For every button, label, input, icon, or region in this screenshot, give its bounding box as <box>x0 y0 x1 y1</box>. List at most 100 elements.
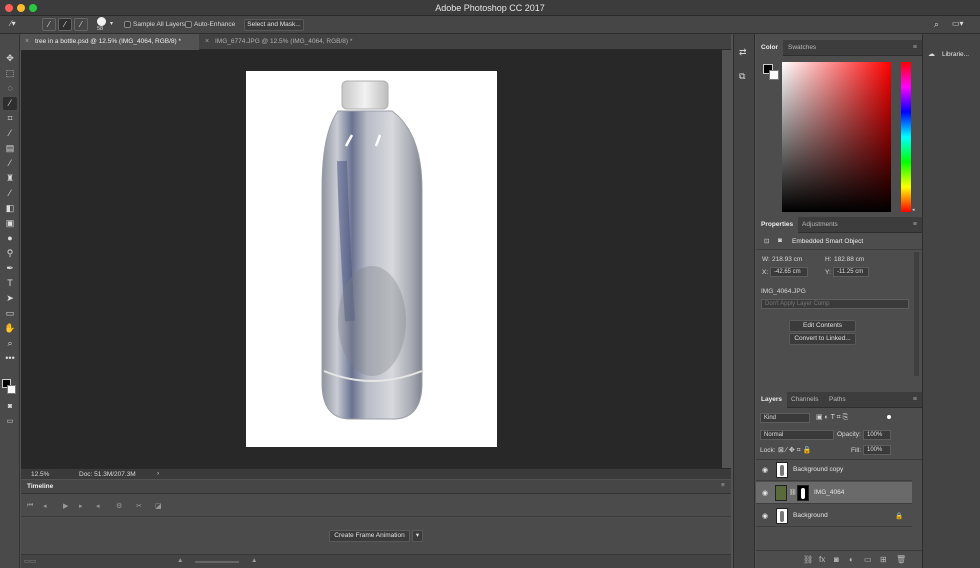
first-frame-icon[interactable]: ⏮ <box>27 502 33 510</box>
hue-slider-handle-icon[interactable]: ◂ <box>912 207 915 213</box>
adjustment-layer-icon[interactable]: ◐ <box>849 555 854 564</box>
tab-img-6774[interactable]: × IMG_6774.JPG @ 12.5% (IMG_4064, RGB/8)… <box>201 34 381 50</box>
color-panel-menu-icon[interactable]: ≡ <box>913 44 917 51</box>
audio-icon[interactable]: ◂ <box>96 502 100 510</box>
filter-icons[interactable]: ▣ ◐ T ⌗ ⎘ <box>816 413 848 422</box>
add-mask-icon[interactable]: ◙ <box>834 555 839 564</box>
path-selection-tool-icon[interactable]: ➤ <box>3 292 17 305</box>
tab-adjustments[interactable]: Adjustments <box>797 217 843 233</box>
new-selection-icon[interactable]: ⁄ <box>42 18 56 31</box>
new-layer-icon[interactable]: ⊞ <box>880 555 887 564</box>
eraser-tool-icon[interactable]: ◧ <box>3 202 17 215</box>
zoom-level[interactable]: 12.5% <box>31 471 49 478</box>
properties-scrollbar[interactable] <box>914 252 919 376</box>
layer-comp-select[interactable]: Don't Apply Layer Comp <box>761 299 909 309</box>
layer-row-img-4064[interactable]: ◉ ⛓ IMG_4064 <box>756 482 912 504</box>
gradient-tool-icon[interactable]: ▣ <box>3 217 17 230</box>
layers-menu-icon[interactable]: ≡ <box>913 396 917 403</box>
settings-icon[interactable]: ⚙ <box>116 502 122 510</box>
play-icon[interactable]: ▶ <box>63 502 68 510</box>
visibility-eye-icon[interactable]: ◉ <box>762 512 768 520</box>
tab-properties[interactable]: Properties <box>756 217 799 233</box>
background-color-swatch[interactable] <box>769 70 779 80</box>
layer-row-background-copy[interactable]: ◉ Background copy <box>756 459 912 481</box>
pen-tool-icon[interactable]: ✒ <box>3 262 17 275</box>
tab-tree-in-a-bottle[interactable]: × tree in a bottle.psd @ 12.5% (IMG_4064… <box>21 34 199 50</box>
zoom-tool-icon[interactable]: ⌕ <box>3 337 17 350</box>
lasso-tool-icon[interactable]: ◌ <box>3 82 17 95</box>
zoom-out-icon[interactable]: ▲ <box>177 557 183 564</box>
delete-layer-icon[interactable]: 🗑 <box>896 555 906 564</box>
x-value-field[interactable]: -42.65 cm <box>770 267 808 277</box>
workspace-icon[interactable]: ▭▾ <box>952 19 964 28</box>
convert-timeline-icon[interactable]: ▭▭ <box>24 557 36 565</box>
search-icon[interactable]: ⌕ <box>934 19 939 30</box>
status-arrow-icon[interactable]: › <box>157 470 159 477</box>
split-icon[interactable]: ✂ <box>136 502 142 510</box>
kind-filter[interactable]: Kind <box>760 413 810 423</box>
clone-stamp-tool-icon[interactable]: ♜ <box>3 172 17 185</box>
quick-mask-icon[interactable]: ◙ <box>3 400 17 413</box>
add-style-icon[interactable]: fx <box>819 555 825 564</box>
layer-mask-icon[interactable]: ◙ <box>778 237 782 244</box>
close-tab-icon[interactable]: × <box>25 34 29 50</box>
h-value[interactable]: 182.88 cm <box>834 256 864 263</box>
filter-toggle[interactable] <box>887 415 891 419</box>
layer-name[interactable]: Background <box>793 512 828 519</box>
opacity-field[interactable]: 100% <box>863 430 891 440</box>
zoom-in-icon[interactable]: ▲ <box>251 557 257 564</box>
timeline-tab[interactable]: Timeline <box>27 483 53 490</box>
add-to-selection-icon[interactable]: ⁄ <box>58 18 72 31</box>
hand-tool-icon[interactable]: ✋ <box>3 322 17 335</box>
quick-selection-tool-icon[interactable]: ⁄▾ <box>6 18 20 31</box>
brush-dropdown-icon[interactable]: ▾ <box>110 20 113 27</box>
type-tool-icon[interactable]: T <box>3 277 17 290</box>
w-value[interactable]: 218.93 cm <box>772 256 802 263</box>
previous-frame-icon[interactable]: ◂ <box>43 502 47 510</box>
document-canvas[interactable] <box>246 71 497 447</box>
hue-slider[interactable] <box>901 62 911 212</box>
history-icon[interactable]: ⇄ <box>739 47 747 58</box>
crop-tool-icon[interactable]: ⌗ <box>3 112 17 125</box>
background-color-swatch[interactable] <box>7 385 16 394</box>
tab-paths[interactable]: Paths <box>824 392 851 408</box>
animation-dropdown-icon[interactable]: ▾ <box>412 530 423 542</box>
y-value-field[interactable]: -11.25 cm <box>833 267 869 277</box>
history-brush-tool-icon[interactable]: ⁄ <box>3 187 17 200</box>
visibility-eye-icon[interactable]: ◉ <box>762 489 768 497</box>
create-frame-animation-button[interactable]: Create Frame Animation <box>329 530 410 542</box>
subtract-from-selection-icon[interactable]: ⁄ <box>74 18 88 31</box>
select-and-mask-button[interactable]: Select and Mask... <box>244 19 304 31</box>
auto-enhance-checkbox[interactable] <box>185 21 192 28</box>
link-icon[interactable]: ⛓ <box>789 489 797 496</box>
tab-swatches[interactable]: Swatches <box>783 40 821 56</box>
dodge-tool-icon[interactable]: ⚲ <box>3 247 17 260</box>
libraries-button[interactable]: ☁ Librarie... <box>926 48 978 62</box>
next-frame-icon[interactable]: ▸ <box>79 502 83 510</box>
layer-name[interactable]: IMG_4064 <box>814 489 844 496</box>
brush-tool-icon[interactable]: ⁄ <box>3 157 17 170</box>
tab-channels[interactable]: Channels <box>786 392 823 408</box>
convert-to-linked-button[interactable]: Convert to Linked... <box>789 333 856 345</box>
quick-selection-tool-icon[interactable]: ⁄ <box>3 97 17 110</box>
timeline-zoom-slider[interactable] <box>195 561 239 563</box>
screen-mode-icon[interactable]: ▭ <box>3 415 17 428</box>
layer-row-background[interactable]: ◉ Background 🔒 <box>756 505 912 527</box>
new-group-icon[interactable]: ▭ <box>864 555 872 564</box>
tab-color[interactable]: Color <box>756 40 783 56</box>
more-tools-icon[interactable]: ••• <box>3 352 17 365</box>
transition-icon[interactable]: ◪ <box>155 502 162 510</box>
blend-mode-select[interactable]: Normal <box>760 430 834 440</box>
healing-brush-tool-icon[interactable]: ▤ <box>3 142 17 155</box>
layer-mask-thumbnail[interactable] <box>797 485 809 501</box>
close-tab-icon[interactable]: × <box>205 34 209 50</box>
properties-icon[interactable]: ⧉ <box>739 71 745 82</box>
move-tool-icon[interactable]: ✥ <box>3 52 17 65</box>
timeline-menu-icon[interactable]: ≡ <box>721 482 725 489</box>
sample-all-layers-checkbox[interactable] <box>124 21 131 28</box>
fill-field[interactable]: 100% <box>863 445 891 455</box>
brush-preview-icon[interactable] <box>97 17 106 26</box>
rectangle-tool-icon[interactable]: ▭ <box>3 307 17 320</box>
tab-layers[interactable]: Layers <box>756 392 787 408</box>
layer-name[interactable]: Background copy <box>793 466 843 473</box>
